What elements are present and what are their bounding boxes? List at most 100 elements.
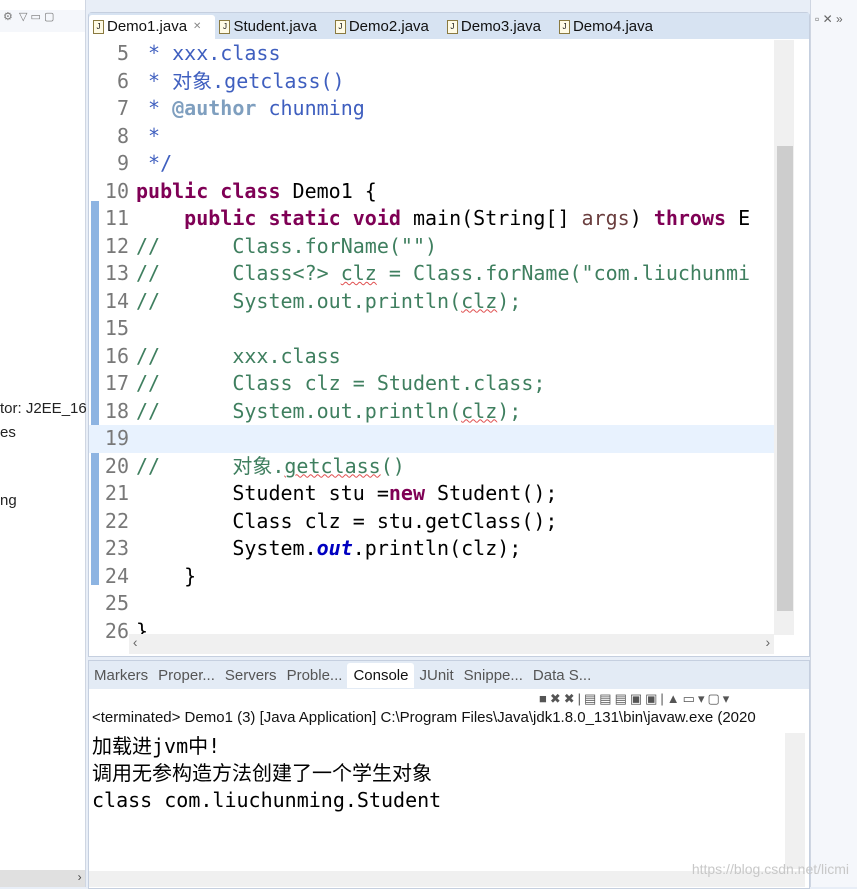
tab-label: Student.java [233,18,317,35]
left-panel-text[interactable]: ng [0,492,17,509]
code-line[interactable]: 17 // Class clz = Student.class; [89,370,774,398]
java-file-icon: J [219,19,231,34]
package-explorer-panel: ⚙ ▽ ▭ ▢ tor: J2EE_16 es ng › [0,0,87,887]
line-number: 24 [104,563,129,588]
tab-student-java[interactable]: J Student.java [215,15,330,39]
console-tab-datas[interactable]: Data S... [528,667,596,684]
code-line[interactable]: 9 */ [89,150,774,178]
code-line[interactable]: 25 [89,590,774,618]
tab-demo1-java[interactable]: J Demo1.java ✕ [89,15,216,39]
code-editor[interactable]: J Demo1.java ✕ J Student.java J Demo2.java J Dem… [88,12,810,657]
code-token: out [316,536,353,560]
console-toolbar[interactable]: ■✖✖|▤▤▤▣▣|▲▭▾▢▾ [539,691,732,707]
line-number: 13 [104,261,129,285]
tab-label: Demo4.java [572,18,653,35]
code-line[interactable]: 6 * 对象.getclass() [89,68,774,96]
console-tab-markers[interactable]: Markers [89,667,153,684]
code-line[interactable]: 10 public class Demo1 { [89,178,774,206]
line-number: 12 [104,233,129,258]
code-token: // Class.forName("") [136,233,438,258]
tab-demo2-java[interactable]: J Demo2.java [331,15,443,39]
console-tab-snippe[interactable]: Snippe... [459,667,528,684]
code-token: clz [461,288,498,313]
code-line[interactable]: 12 // Class.forName("") [89,233,774,261]
code-token: // System.out.println( [136,288,462,313]
line-number: 22 [104,508,129,533]
code-token: .println(clz); [352,536,522,560]
line-number: 18 [104,398,129,423]
code-token: * [136,123,161,148]
console-tab-proble[interactable]: Proble... [282,667,348,684]
tab-demo4-java[interactable]: J Demo4.java [555,15,667,39]
left-scrollbar[interactable]: › [0,870,85,887]
right-panel: ▫ ✕ » [810,0,857,887]
code-line[interactable]: 16 // xxx.class [89,343,774,371]
tab-demo3-java[interactable]: J Demo3.java [443,15,555,39]
vertical-scrollbar-thumb[interactable] [777,146,793,611]
scroll-left-icon[interactable]: ‹ [129,634,138,650]
code-area[interactable]: 5 * xxx.class 6 * 对象.getclass() 7 * @autho… [89,40,774,646]
console-tab-proper[interactable]: Proper... [153,667,220,684]
line-number: 9 [116,151,129,175]
code-line[interactable]: 23 System.out.println(clz); [89,535,774,563]
right-panel-toolbar[interactable]: ▫ ✕ » [811,0,857,38]
left-panel-text[interactable]: tor: J2EE_16 [0,400,87,417]
code-token: ) [629,206,654,230]
line-number: 19 [104,426,129,450]
code-token: = Class.forName("com.liuchunmi [376,261,751,285]
code-token: // xxx.class [136,343,341,368]
code-line[interactable]: 5 * xxx.class [89,40,774,68]
java-file-icon: J [334,19,346,34]
line-number: 7 [116,96,129,120]
code-token: () [380,453,405,478]
code-token: Student stu = [136,481,389,505]
code-token: */ [136,151,173,175]
tab-label: Demo3.java [460,18,541,35]
line-number: 8 [116,123,129,148]
code-line[interactable]: 8 * [89,123,774,151]
scroll-right-icon[interactable]: › [765,634,774,650]
horizontal-scrollbar[interactable]: ‹ › [129,634,774,654]
code-token: new [388,481,425,505]
code-token: // Class<?> [136,261,341,285]
console-tab-junit[interactable]: JUnit [414,667,458,684]
code-token: ); [497,288,522,313]
code-token: Student(); [425,481,558,505]
code-token: main(String[] [400,206,582,230]
line-number: 15 [104,316,129,340]
code-token: // System.out.println( [136,398,462,423]
line-number: 14 [104,288,129,313]
code-line[interactable]: 13 // Class<?> clz = Class.forName("com.l… [89,260,774,288]
console-line: 调用无参构造方法创建了一个学生对象 [92,761,432,785]
left-panel-text[interactable]: es [0,424,16,441]
code-token: * [136,96,173,120]
code-token: System. [136,536,317,560]
code-line[interactable]: 18 // System.out.println(clz); [89,398,774,426]
line-number: 20 [104,453,129,478]
line-number: 25 [104,591,129,615]
code-token: public static void [184,206,401,230]
code-token: Demo1 { [280,178,377,203]
code-line[interactable]: 11 public static void main(String[] args… [89,205,774,233]
code-line[interactable]: 14 // System.out.println(clz); [89,288,774,316]
close-icon[interactable]: ✕ [193,21,201,32]
editor-tabs: J Demo1.java ✕ J Student.java J Demo2.java J Dem… [89,13,809,39]
code-line[interactable]: 21 Student stu =new Student(); [89,480,774,508]
line-number: 6 [116,68,129,93]
code-line[interactable]: 19 [89,425,774,453]
console-vertical-scrollbar[interactable] [785,733,805,869]
code-token: * xxx.class [136,41,281,65]
console-tab-console[interactable]: Console [347,662,415,688]
code-line[interactable]: 24 } [89,563,774,591]
code-line[interactable]: 15 [89,315,774,343]
console-tabs: Markers Proper... Servers Proble... Console J… [89,661,809,689]
code-line[interactable]: 7 * @author chunming [89,95,774,123]
code-token: E [726,206,751,230]
console-line: 加载进jvm中! [92,734,221,758]
code-token: * 对象.getclass() [136,68,345,93]
java-file-icon: J [93,19,104,34]
line-number: 23 [104,536,129,560]
console-tab-servers[interactable]: Servers [220,667,282,684]
code-line[interactable]: 20 // 对象.getclass() [89,453,774,481]
code-line[interactable]: 22 Class clz = stu.getClass(); [89,508,774,536]
